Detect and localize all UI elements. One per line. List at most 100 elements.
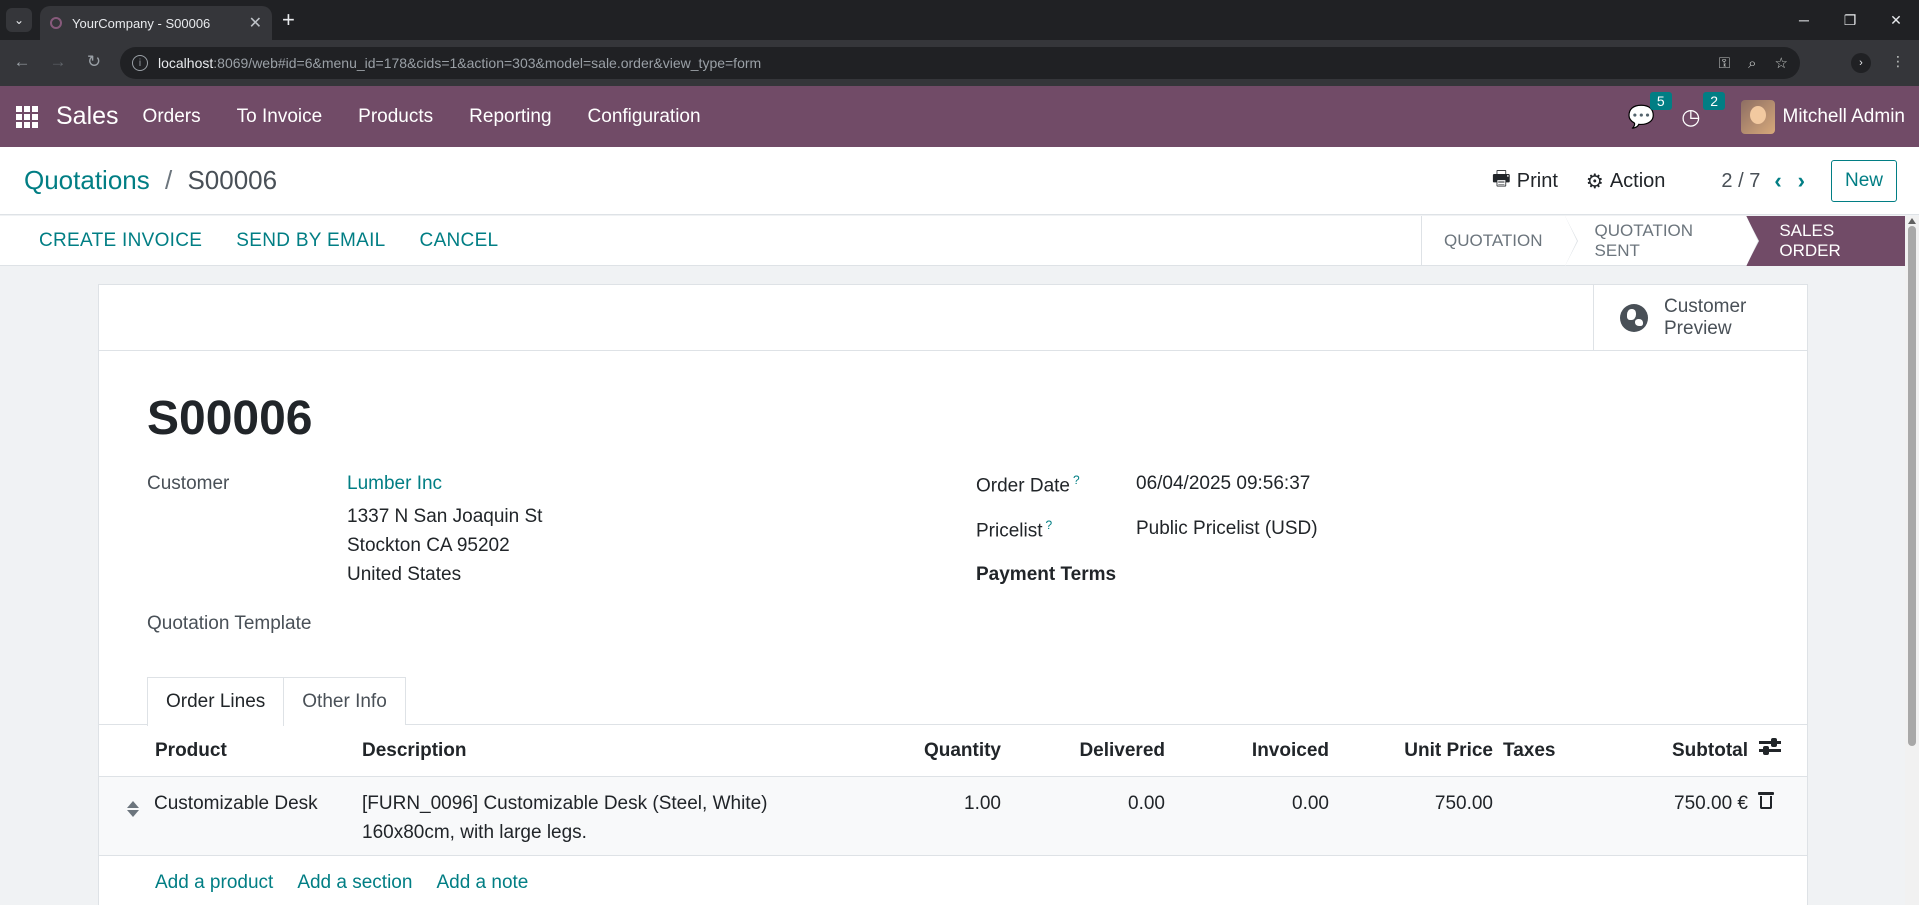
create-invoice-button[interactable]: CREATE INVOICE bbox=[39, 230, 202, 252]
pricelist-label: Pricelist? bbox=[976, 518, 1052, 542]
address-bar[interactable]: i localhost:8069/web#id=6&menu_id=178&ci… bbox=[120, 47, 1800, 79]
add-line-links: Add a product Add a section Add a note bbox=[155, 859, 528, 905]
systray: 💬 5 ◷ 2 Mitchell Admin bbox=[1628, 86, 1905, 147]
messages-icon[interactable]: 💬 5 bbox=[1628, 91, 1672, 130]
pricelist-value[interactable]: Public Pricelist (USD) bbox=[1136, 514, 1318, 543]
breadcrumb-quotations[interactable]: Quotations bbox=[24, 165, 150, 195]
col-delivered[interactable]: Delivered bbox=[1079, 740, 1165, 762]
window-close-icon[interactable]: ✕ bbox=[1873, 0, 1919, 40]
customer-link[interactable]: Lumber Inc bbox=[347, 469, 442, 498]
menu-kebab-icon[interactable]: ⋮ bbox=[1891, 53, 1905, 73]
menu-to-invoice[interactable]: To Invoice bbox=[237, 106, 323, 128]
col-product[interactable]: Product bbox=[155, 740, 227, 762]
pricelist-label-text: Pricelist bbox=[976, 520, 1043, 542]
stage-quotation-sent[interactable]: QUOTATION SENT bbox=[1565, 216, 1760, 266]
apps-grid-icon[interactable] bbox=[16, 105, 38, 128]
order-date-label: Order Date? bbox=[976, 473, 1080, 497]
site-info-icon[interactable]: i bbox=[132, 55, 148, 71]
payment-terms-label: Payment Terms bbox=[976, 564, 1117, 585]
customer-preview-label: Customer Preview bbox=[1664, 296, 1747, 339]
forward-icon[interactable]: → bbox=[46, 52, 70, 72]
cancel-button[interactable]: CANCEL bbox=[420, 230, 499, 252]
zoom-icon[interactable]: ⌕ bbox=[1748, 55, 1756, 72]
reload-icon[interactable]: ↻ bbox=[82, 52, 106, 72]
omnibox-actions: ⚿ ⌕ ☆ bbox=[1719, 47, 1788, 79]
url-host: localhost bbox=[158, 55, 214, 71]
print-button[interactable]: 🖶 Print bbox=[1492, 164, 1558, 198]
line-delivered[interactable]: 0.00 bbox=[1128, 789, 1165, 818]
send-by-email-button[interactable]: SEND BY EMAIL bbox=[236, 230, 385, 252]
menu-orders[interactable]: Orders bbox=[143, 106, 201, 128]
app-brand[interactable]: Sales bbox=[56, 102, 119, 131]
pager-previous-icon[interactable]: ‹ bbox=[1774, 168, 1781, 194]
add-section-link[interactable]: Add a section bbox=[297, 872, 412, 894]
line-description-2[interactable]: 160x80cm, with large legs. bbox=[362, 818, 587, 847]
customer-preview-button[interactable]: Customer Preview bbox=[1593, 285, 1807, 351]
browser-toolbar: ← → ↻ i localhost:8069/web#id=6&menu_id=… bbox=[0, 40, 1919, 86]
avatar[interactable] bbox=[1740, 99, 1775, 134]
action-button[interactable]: ⚙ Action bbox=[1586, 169, 1666, 194]
trash-icon[interactable] bbox=[1758, 792, 1774, 810]
line-product[interactable]: Customizable Desk bbox=[154, 789, 318, 818]
tab-order-lines[interactable]: Order Lines bbox=[147, 677, 285, 726]
line-invoiced[interactable]: 0.00 bbox=[1292, 789, 1329, 818]
address-line-2: Stockton CA 95202 bbox=[347, 535, 510, 556]
pager-next-icon[interactable]: › bbox=[1798, 168, 1805, 194]
scrollbar-thumb[interactable] bbox=[1908, 226, 1916, 746]
order-date-value[interactable]: 06/04/2025 09:56:37 bbox=[1136, 469, 1310, 498]
window-controls: ─ ❐ ✕ bbox=[1781, 0, 1919, 40]
table-row[interactable]: Customizable Desk [FURN_0096] Customizab… bbox=[99, 777, 1807, 856]
menu-configuration[interactable]: Configuration bbox=[588, 106, 701, 128]
record-title: S00006 bbox=[147, 392, 313, 445]
restore-icon[interactable]: ❐ bbox=[1827, 0, 1873, 40]
tab-other-info[interactable]: Other Info bbox=[284, 677, 406, 725]
breadcrumb-separator: / bbox=[164, 165, 173, 195]
action-label: Action bbox=[1609, 169, 1666, 192]
back-icon[interactable]: ← bbox=[10, 52, 34, 72]
activities-clock-icon[interactable]: ◷ 2 bbox=[1681, 91, 1726, 130]
line-subtotal: 750.00 € bbox=[1674, 793, 1748, 814]
new-tab-icon[interactable]: + bbox=[282, 8, 295, 32]
minimize-icon[interactable]: ─ bbox=[1781, 0, 1827, 40]
control-panel: Quotations / S00006 🖶 Print ⚙ Action 2 / 7… bbox=[0, 147, 1919, 215]
help-tooltip-icon[interactable]: ? bbox=[1046, 518, 1053, 532]
print-icon: 🖶 bbox=[1491, 168, 1511, 190]
col-invoiced[interactable]: Invoiced bbox=[1252, 740, 1329, 762]
col-description[interactable]: Description bbox=[362, 740, 467, 762]
stage-quotation[interactable]: QUOTATION bbox=[1422, 216, 1578, 266]
col-taxes[interactable]: Taxes bbox=[1503, 740, 1555, 762]
scroll-up-icon[interactable] bbox=[1908, 218, 1916, 224]
notebook-tabs: Order Lines Other Info bbox=[147, 677, 406, 726]
line-quantity[interactable]: 1.00 bbox=[964, 789, 1001, 818]
customer-label: Customer bbox=[147, 473, 230, 494]
globe-icon bbox=[1620, 304, 1648, 332]
tab-search-button[interactable]: ⌄ bbox=[6, 8, 32, 32]
browser-tab[interactable]: YourCompany - S00006 ✕ bbox=[40, 6, 272, 40]
col-quantity[interactable]: Quantity bbox=[924, 740, 1001, 762]
line-description-1[interactable]: [FURN_0096] Customizable Desk (Steel, Wh… bbox=[362, 789, 767, 818]
col-subtotal[interactable]: Subtotal bbox=[1672, 740, 1748, 762]
optional-columns-icon[interactable] bbox=[1759, 738, 1781, 759]
user-name[interactable]: Mitchell Admin bbox=[1783, 106, 1906, 128]
close-icon[interactable]: ✕ bbox=[249, 13, 262, 33]
menu-reporting[interactable]: Reporting bbox=[469, 106, 551, 128]
new-button[interactable]: New bbox=[1830, 160, 1897, 202]
extension-icon[interactable]: › bbox=[1851, 53, 1871, 73]
star-icon[interactable]: ☆ bbox=[1775, 54, 1788, 72]
add-product-link[interactable]: Add a product bbox=[155, 872, 273, 894]
help-tooltip-icon[interactable]: ? bbox=[1073, 473, 1080, 487]
url-text: localhost:8069/web#id=6&menu_id=178&cids… bbox=[158, 55, 761, 71]
smart-button-box: Customer Preview bbox=[99, 285, 1807, 351]
breadcrumb: Quotations / S00006 bbox=[24, 165, 277, 196]
add-note-link[interactable]: Add a note bbox=[436, 872, 528, 894]
drag-handle-icon[interactable] bbox=[127, 801, 139, 817]
url-path: :8069/web#id=6&menu_id=178&cids=1&action… bbox=[213, 55, 762, 71]
statusbar-buttons: CREATE INVOICE SEND BY EMAIL CANCEL bbox=[39, 216, 498, 266]
key-icon[interactable]: ⚿ bbox=[1719, 55, 1730, 72]
menu-products[interactable]: Products bbox=[358, 106, 433, 128]
print-label: Print bbox=[1516, 169, 1558, 192]
col-unit-price[interactable]: Unit Price bbox=[1404, 740, 1493, 762]
stage-sales-order[interactable]: SALES ORDER bbox=[1746, 216, 1919, 266]
pager-value[interactable]: 2 / 7 bbox=[1721, 170, 1760, 193]
line-unit-price[interactable]: 750.00 bbox=[1435, 789, 1493, 818]
